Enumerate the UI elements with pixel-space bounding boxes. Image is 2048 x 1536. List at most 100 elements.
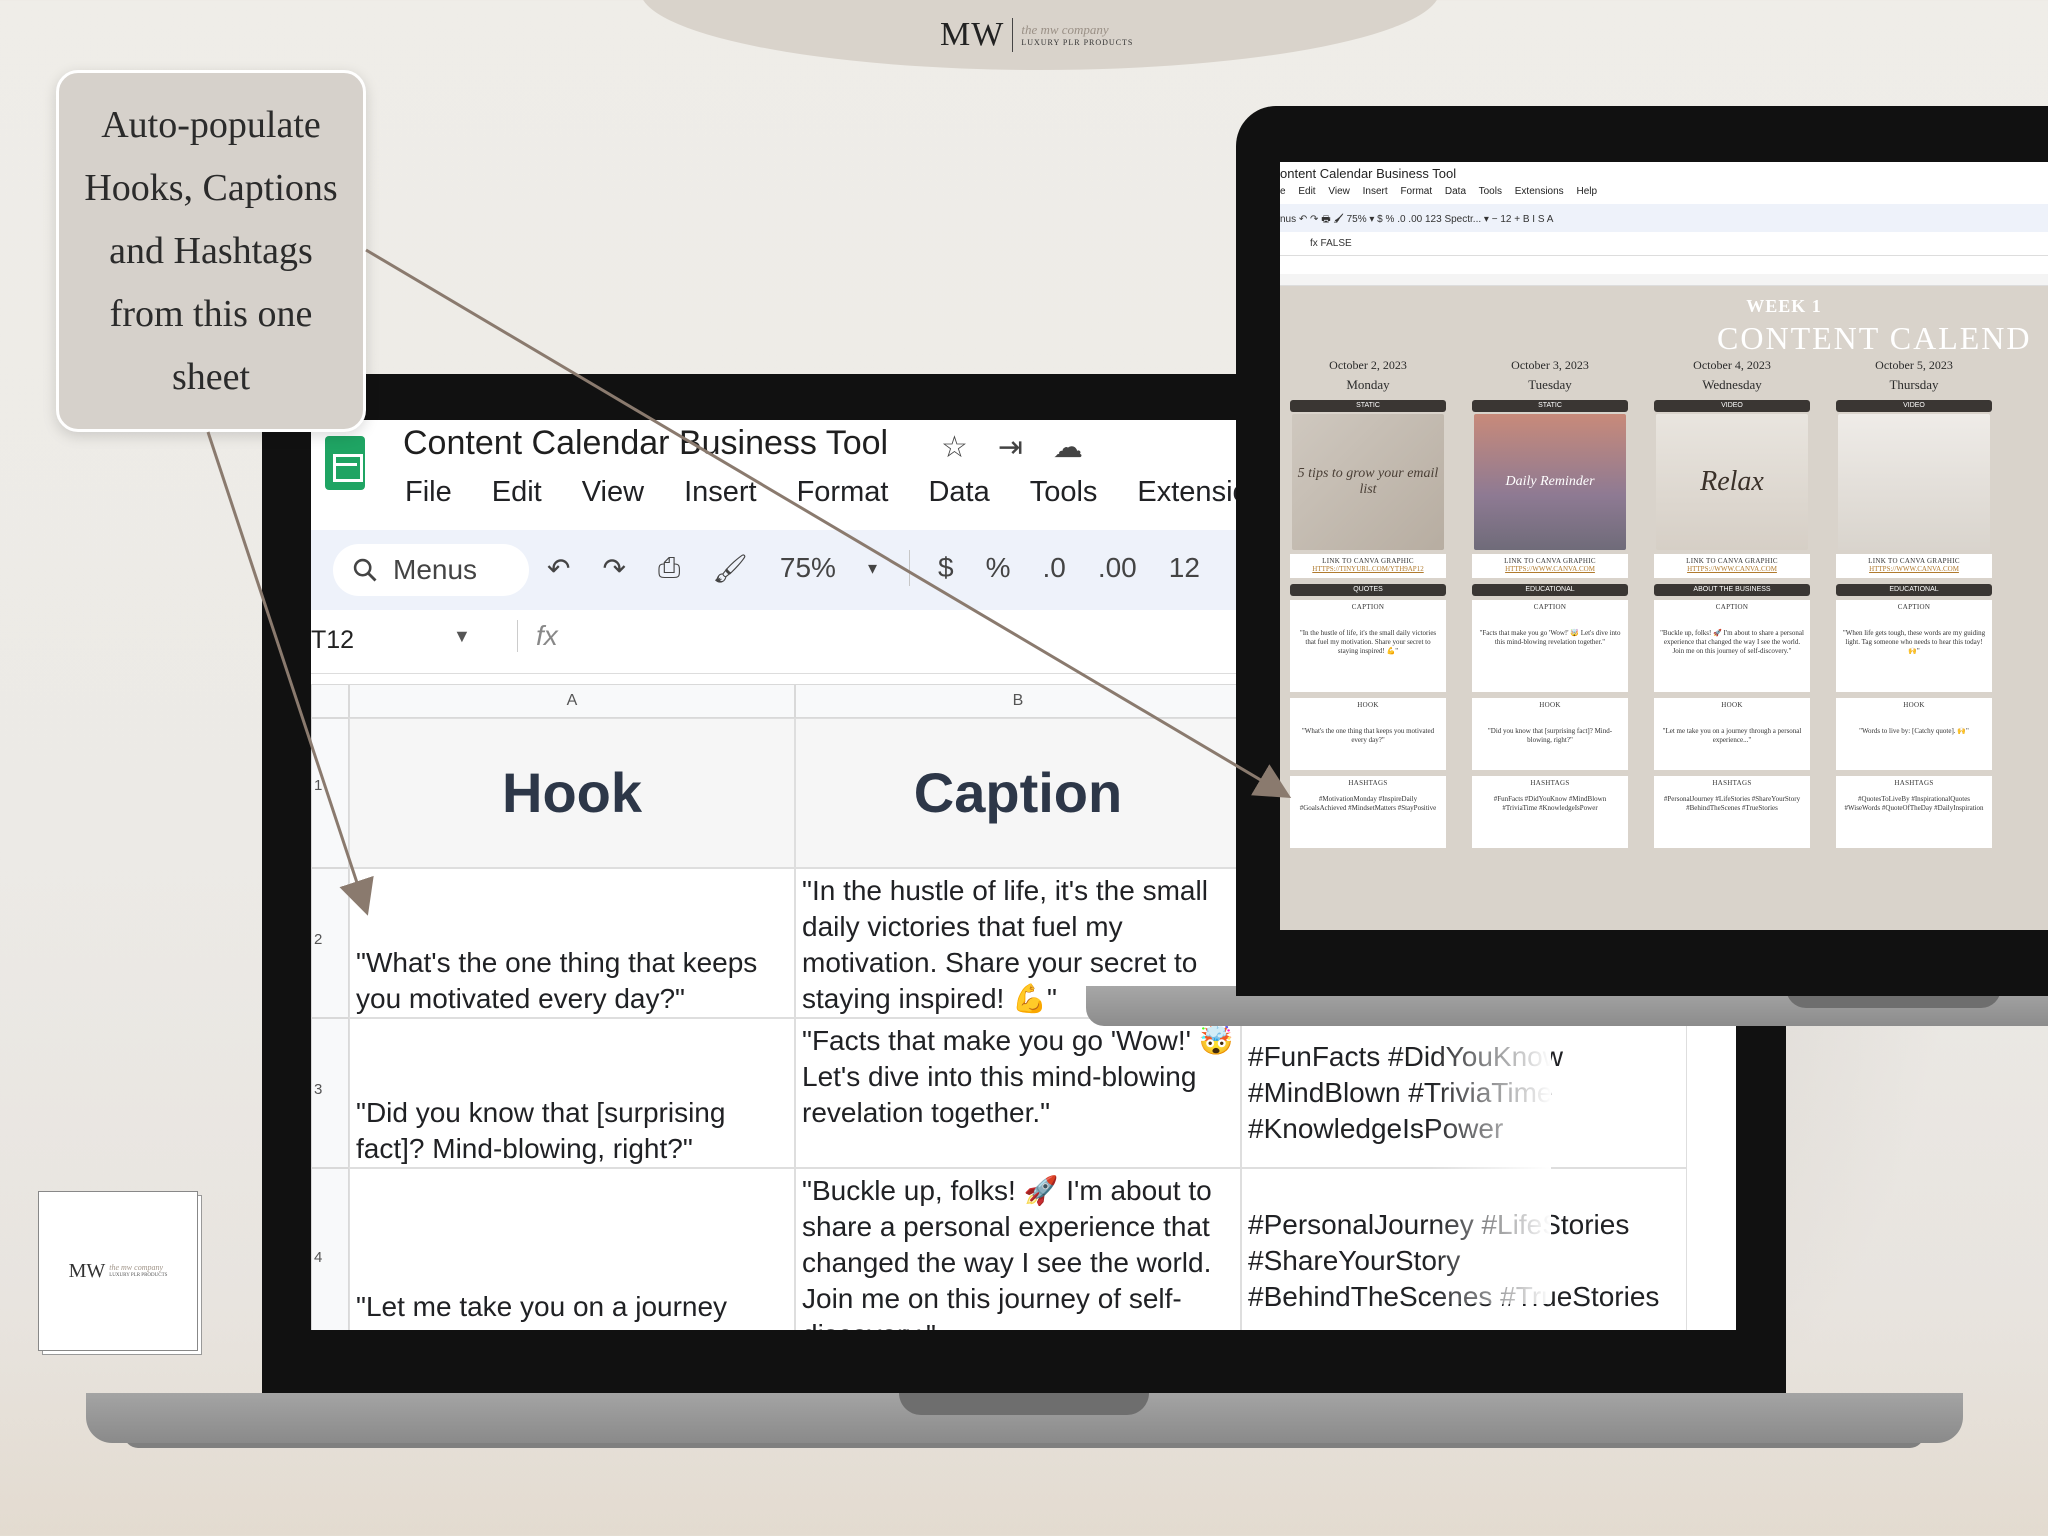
menu-data[interactable]: Data bbox=[928, 476, 989, 509]
star-icon[interactable]: ☆ bbox=[941, 430, 968, 465]
print-icon[interactable]: ⎙ bbox=[658, 552, 680, 585]
increase-decimal-button[interactable]: .00 bbox=[1098, 552, 1137, 584]
post-type-dropdown[interactable]: VIDEO bbox=[1654, 400, 1810, 412]
canva-link[interactable]: HTTPS://WWW.CANVA.COM bbox=[1836, 565, 1992, 573]
search-icon bbox=[353, 558, 377, 582]
caption-text[interactable]: "When life gets tough, these words are m… bbox=[1836, 611, 1992, 656]
canva-link[interactable]: HTTPS://WWW.CANVA.COM bbox=[1654, 565, 1810, 573]
menu-view[interactable]: View bbox=[582, 476, 644, 509]
hook-text[interactable]: "What's the one thing that keeps you mot… bbox=[1290, 709, 1446, 745]
cal-menu-edit[interactable]: Edit bbox=[1298, 186, 1315, 197]
fx-icon: fx bbox=[517, 620, 558, 652]
calendar-column-headers bbox=[1280, 274, 2048, 286]
canva-graphic-thumbnail[interactable]: Relax bbox=[1656, 414, 1808, 550]
menu-bar: File Edit View Insert Format Data Tools … bbox=[405, 476, 1319, 509]
hook-header-cell[interactable]: Hook bbox=[349, 718, 795, 868]
menu-format[interactable]: Format bbox=[797, 476, 889, 509]
category-dropdown[interactable]: EDUCATIONAL bbox=[1472, 584, 1628, 596]
caption-cell-row4[interactable]: "Buckle up, folks! 🚀 I'm about to share … bbox=[795, 1168, 1241, 1330]
link-label: LINK TO CANVA GRAPHIC bbox=[1868, 557, 1960, 565]
hashtags-text[interactable]: #PersonalJourney #LifeStories #ShareYour… bbox=[1654, 787, 1810, 813]
caption-label: CAPTION bbox=[1715, 603, 1749, 611]
menu-edit[interactable]: Edit bbox=[492, 476, 542, 509]
hashtags-text[interactable]: #FunFacts #DidYouKnow #MindBlown #Trivia… bbox=[1472, 787, 1628, 813]
name-box-chevron-down-icon[interactable]: ▼ bbox=[453, 626, 471, 647]
cal-menu-view[interactable]: View bbox=[1328, 186, 1350, 197]
cal-menu-format[interactable]: Format bbox=[1400, 186, 1432, 197]
caption-text[interactable]: "Buckle up, folks! 🚀 I'm about to share … bbox=[1654, 611, 1810, 656]
day-date: October 4, 2023 bbox=[1693, 358, 1771, 372]
move-folder-icon[interactable]: ⇥ bbox=[998, 430, 1023, 465]
hashtags-label: HASHTAGS bbox=[1530, 779, 1570, 787]
calendar-screen: ontent Calendar Business Tool e Edit Vie… bbox=[1280, 162, 2048, 930]
row-header-1[interactable]: 1 bbox=[311, 718, 349, 868]
cal-menu-help[interactable]: Help bbox=[1576, 186, 1597, 197]
percent-format-button[interactable]: % bbox=[986, 552, 1011, 584]
canva-graphic-thumbnail[interactable]: Daily Reminder bbox=[1474, 414, 1626, 550]
post-type-dropdown[interactable]: STATIC bbox=[1290, 400, 1446, 412]
callout-text: Auto-populate Hooks, Captions and Hashta… bbox=[84, 103, 338, 398]
sheets-logo-icon[interactable] bbox=[325, 436, 365, 490]
currency-format-button[interactable]: $ bbox=[938, 552, 954, 584]
cal-menu-data[interactable]: Data bbox=[1445, 186, 1466, 197]
cloud-saved-icon[interactable]: ☁ bbox=[1053, 430, 1083, 465]
category-dropdown[interactable]: EDUCATIONAL bbox=[1836, 584, 1992, 596]
hashtags-text[interactable]: #QuotesToLiveBy #InspirationalQuotes #Wi… bbox=[1836, 787, 1992, 813]
decrease-decimal-button[interactable]: .0 bbox=[1042, 552, 1065, 584]
cal-menu-extensions[interactable]: Extensions bbox=[1515, 186, 1564, 197]
zoom-select[interactable]: 75% bbox=[780, 552, 836, 584]
calendar-heading: CONTENT CALEND bbox=[1717, 320, 2032, 356]
zoom-chevron-down-icon[interactable]: ▾ bbox=[868, 558, 877, 579]
column-header-b[interactable]: B bbox=[795, 684, 1241, 718]
caption-text[interactable]: "In the hustle of life, it's the small d… bbox=[1290, 611, 1446, 656]
row-header-3[interactable]: 3 bbox=[311, 1018, 349, 1168]
hook-label: HOOK bbox=[1903, 701, 1925, 709]
hook-cell-row4[interactable]: "Let me take you on a journey through a … bbox=[349, 1168, 795, 1330]
hook-text[interactable]: "Did you know that [surprising fact]? Mi… bbox=[1472, 709, 1628, 745]
day-column-tuesday: October 3, 2023 Tuesday STATIC Daily Remind… bbox=[1464, 358, 1636, 930]
hook-cell-row2[interactable]: "What's the one thing that keeps you mot… bbox=[349, 868, 795, 1018]
document-title[interactable]: Content Calendar Business Tool bbox=[403, 424, 888, 463]
caption-cell-row3[interactable]: "Facts that make you go 'Wow!' 🤯 Let's d… bbox=[795, 1018, 1241, 1168]
cal-menu-insert[interactable]: Insert bbox=[1363, 186, 1388, 197]
day-column-wednesday: October 4, 2023 Wednesday VIDEO Relax LINK T… bbox=[1646, 358, 1818, 930]
row-header-4[interactable]: 4 bbox=[311, 1168, 349, 1330]
post-type-dropdown[interactable]: VIDEO bbox=[1836, 400, 1992, 412]
more-formats-button[interactable]: 12 bbox=[1169, 552, 1200, 584]
redo-icon[interactable]: ↷ bbox=[602, 552, 625, 585]
hook-text[interactable]: "Words to live by: [Catchy quote]. 🙌" bbox=[1836, 709, 1992, 736]
logo-initials: MW bbox=[68, 1259, 106, 1282]
week-label: WEEK 1 bbox=[1746, 296, 1822, 316]
post-type-dropdown[interactable]: STATIC bbox=[1472, 400, 1628, 412]
row-header-2[interactable]: 2 bbox=[311, 868, 349, 1018]
canva-link[interactable]: HTTPS://WWW.CANVA.COM bbox=[1472, 565, 1628, 573]
calendar-formula-bar[interactable]: fx FALSE bbox=[1280, 234, 2048, 256]
name-box[interactable]: T12 bbox=[311, 626, 354, 655]
category-dropdown[interactable]: QUOTES bbox=[1290, 584, 1446, 596]
logo-tagline: the mw company bbox=[109, 1262, 164, 1272]
menu-insert[interactable]: Insert bbox=[684, 476, 757, 509]
undo-icon[interactable]: ↶ bbox=[547, 552, 570, 585]
hashtags-text[interactable]: #MotivationMonday #InspireDaily #GoalsAc… bbox=[1290, 787, 1446, 813]
column-header-a[interactable]: A bbox=[349, 684, 795, 718]
brand-logo-top: MW the mw company LUXURY PLR PRODUCTS bbox=[940, 16, 1133, 54]
hashtags-label: HASHTAGS bbox=[1894, 779, 1934, 787]
paint-format-icon[interactable]: 🖌 bbox=[712, 552, 748, 585]
hook-cell-row3[interactable]: "Did you know that [surprising fact]? Mi… bbox=[349, 1018, 795, 1168]
select-all-corner[interactable] bbox=[311, 684, 349, 718]
cal-menu-tools[interactable]: Tools bbox=[1479, 186, 1502, 197]
calendar-toolbar[interactable]: nus ↶ ↷ 🖶 🖌 75% ▾ $ % .0 .00 123 Spectr.… bbox=[1280, 204, 2048, 232]
canva-graphic-thumbnail[interactable] bbox=[1838, 414, 1990, 550]
calendar-doc-title[interactable]: ontent Calendar Business Tool bbox=[1280, 166, 1456, 181]
canva-link[interactable]: HTTPS://TINYURL.COM/YTH9AP12 bbox=[1290, 565, 1446, 573]
category-dropdown[interactable]: ABOUT THE BUSINESS bbox=[1654, 584, 1810, 596]
menus-search[interactable]: Menus bbox=[333, 544, 529, 596]
caption-text[interactable]: "Facts that make you go 'Wow!' 🤯 Let's d… bbox=[1472, 611, 1628, 647]
menu-tools[interactable]: Tools bbox=[1030, 476, 1098, 509]
day-name: Thursday bbox=[1889, 377, 1939, 392]
menu-file[interactable]: File bbox=[405, 476, 452, 509]
cal-menu-file[interactable]: e bbox=[1280, 186, 1286, 197]
caption-header-cell[interactable]: Caption bbox=[795, 718, 1241, 868]
canva-graphic-thumbnail[interactable]: 5 tips to grow your email list bbox=[1292, 414, 1444, 550]
hook-text[interactable]: "Let me take you on a journey through a … bbox=[1654, 709, 1810, 745]
